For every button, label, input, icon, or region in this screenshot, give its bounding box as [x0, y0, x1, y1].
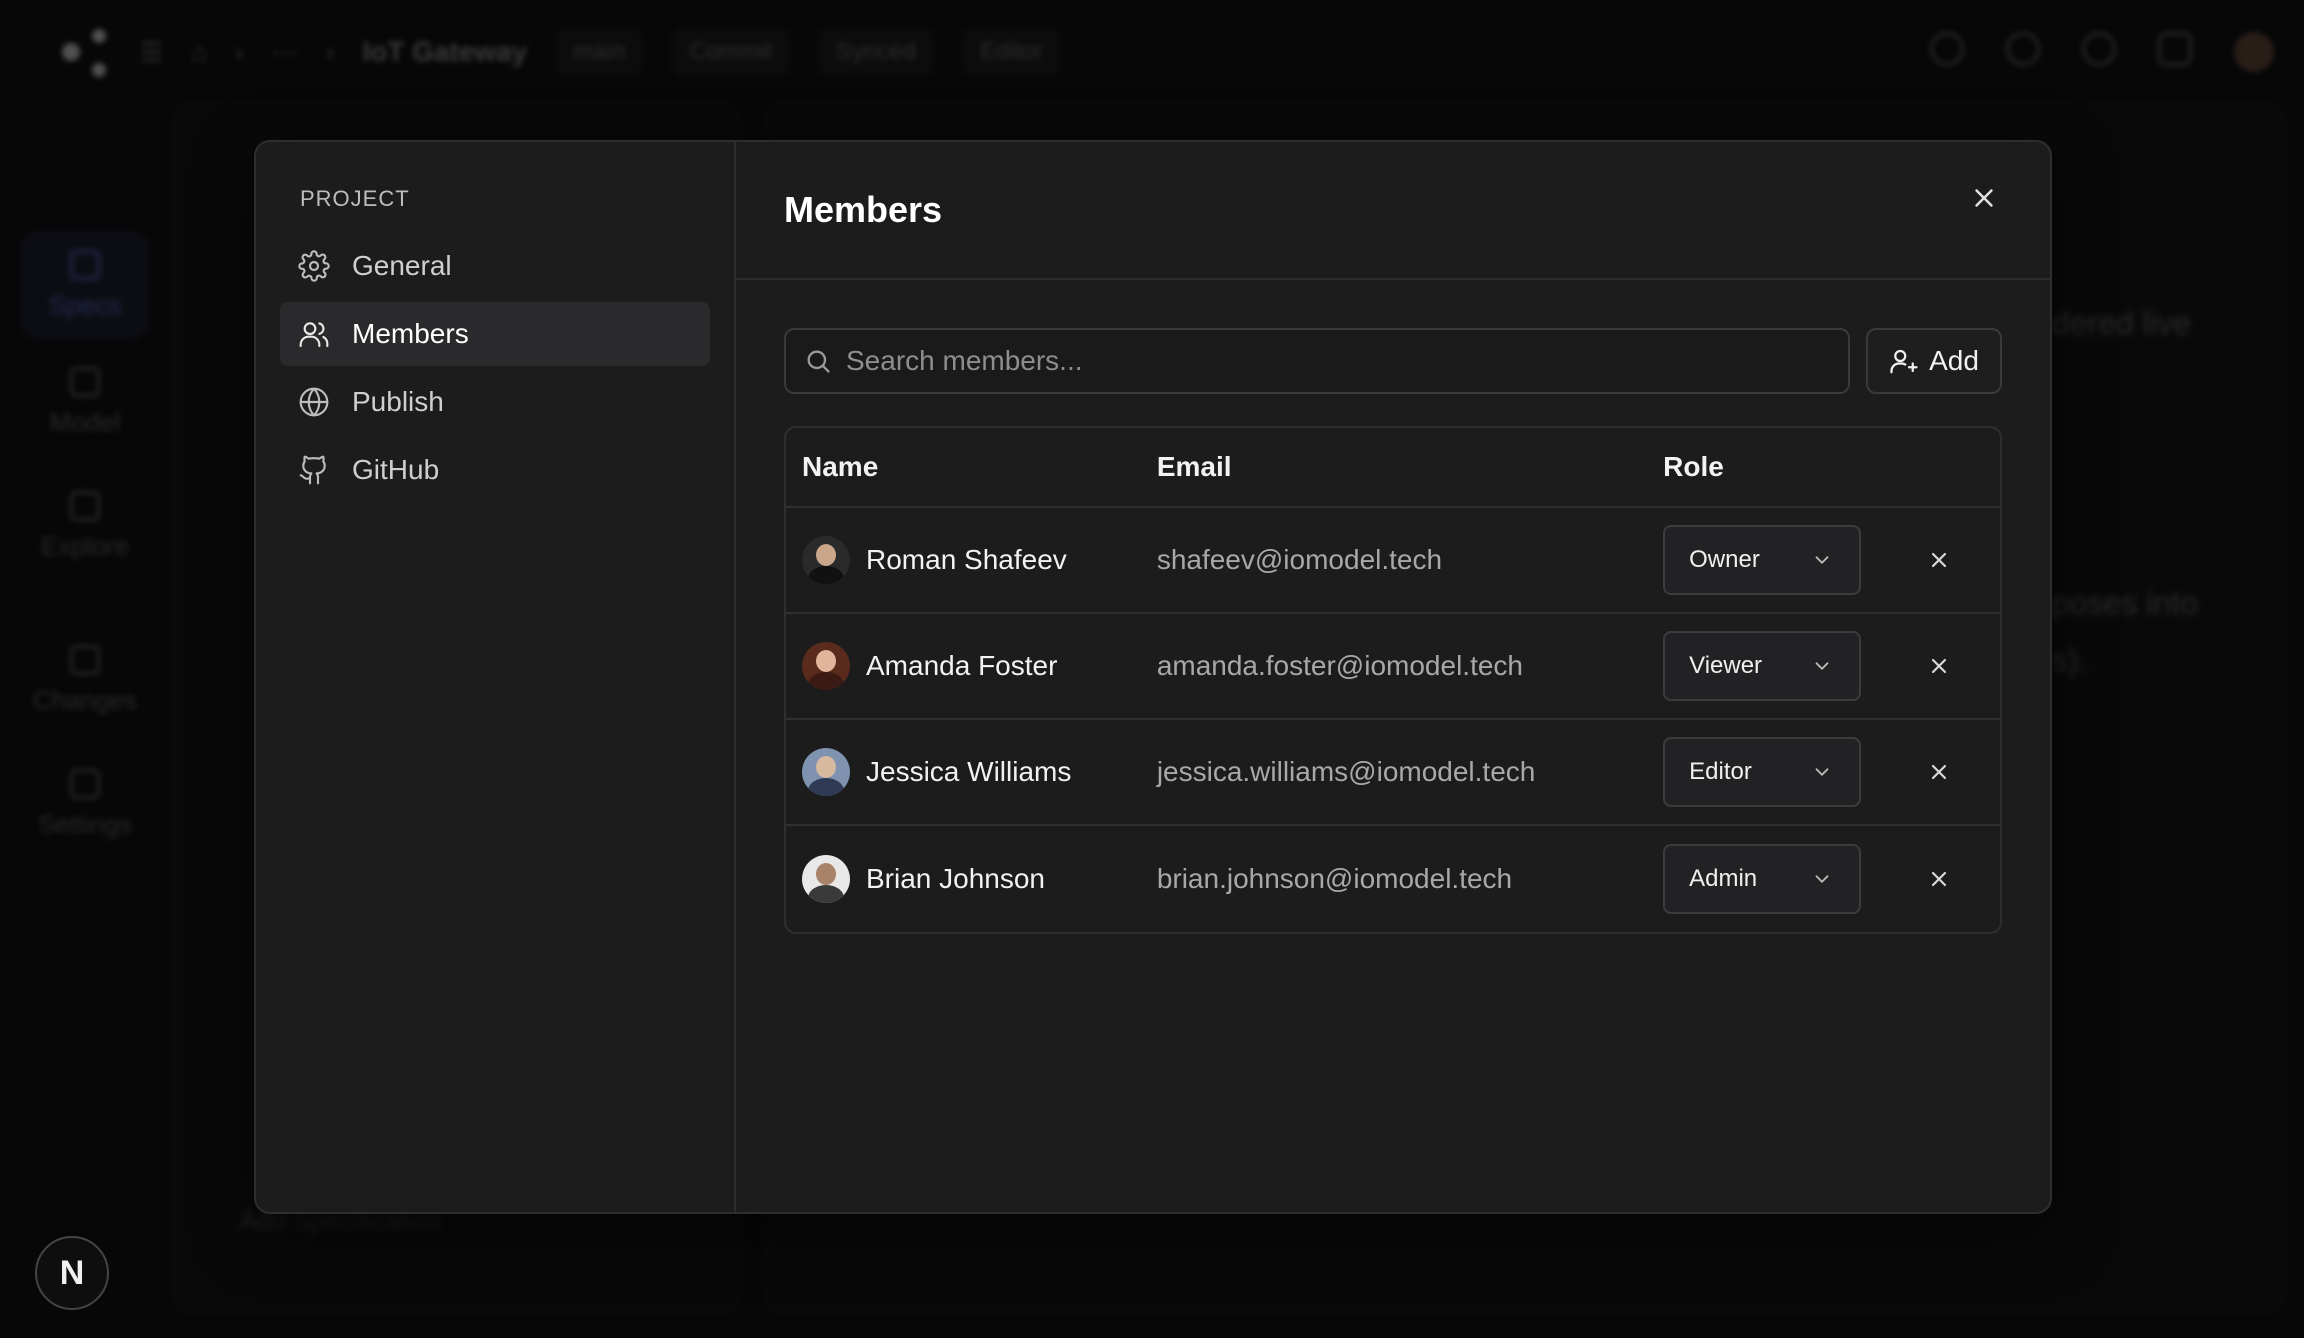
- member-role-cell: Owner: [1663, 525, 2000, 595]
- role-value: Viewer: [1689, 652, 1763, 679]
- avatar: [802, 748, 850, 796]
- chevron-down-icon: [1815, 556, 1829, 564]
- close-icon: [1932, 658, 1947, 674]
- chevron-down-icon: [1815, 662, 1829, 670]
- member-name: Roman Shafeev: [866, 544, 1067, 575]
- gear-icon: [298, 250, 330, 282]
- role-select[interactable]: Editor: [1663, 737, 1862, 807]
- members-toolbar: Add: [784, 328, 2002, 394]
- table-row: Jessica Williams jessica.williams@iomode…: [786, 720, 2000, 826]
- role-value: Admin: [1689, 865, 1758, 892]
- remove-member-button[interactable]: [1919, 540, 1959, 580]
- close-button[interactable]: [1962, 176, 2006, 220]
- role-select[interactable]: Admin: [1663, 844, 1862, 914]
- close-icon: [1932, 552, 1947, 568]
- table-row: Roman Shafeev shafeev@iomodel.tech Owner: [786, 508, 2000, 614]
- role-select[interactable]: Viewer: [1663, 631, 1862, 701]
- search-icon: [807, 350, 830, 373]
- header-role: Role: [1663, 451, 1724, 482]
- member-name-cell: Roman Shafeev: [786, 536, 1157, 584]
- member-name-cell: Jessica Williams: [786, 748, 1157, 796]
- sidebar-item-label: GitHub: [352, 454, 440, 485]
- sidebar-item-label: General: [352, 250, 452, 281]
- close-icon: [1932, 871, 1947, 887]
- member-email: jessica.williams@iomodel.tech: [1156, 756, 1536, 787]
- users-icon: [299, 322, 329, 348]
- role-select[interactable]: Owner: [1663, 525, 1862, 595]
- modal-header: Members: [736, 142, 2050, 280]
- sidebar-item-publish[interactable]: Publish: [280, 370, 710, 434]
- chevron-down-icon: [1815, 768, 1829, 776]
- members-panel: Members Add: [736, 142, 2050, 1212]
- member-email: brian.johnson@iomodel.tech: [1156, 863, 1513, 894]
- nextjs-badge[interactable]: N: [35, 1236, 109, 1310]
- header-name: Name: [802, 451, 879, 482]
- member-role-cell: Viewer: [1663, 631, 2000, 701]
- member-name-cell: Brian Johnson: [786, 855, 1157, 903]
- member-role-cell: Admin: [1663, 844, 2000, 914]
- close-icon: [1975, 189, 1993, 207]
- member-role-cell: Editor: [1663, 737, 2000, 807]
- role-value: Editor: [1689, 758, 1752, 785]
- globe-icon: [299, 387, 329, 417]
- settings-sidebar: PROJECT General Members Publish GitHub: [256, 142, 736, 1212]
- remove-member-button[interactable]: [1919, 646, 1959, 686]
- github-icon: [299, 455, 326, 485]
- member-name-cell: Amanda Foster: [786, 642, 1157, 690]
- table-row: Amanda Foster amanda.foster@iomodel.tech…: [786, 614, 2000, 720]
- member-name: Brian Johnson: [866, 863, 1046, 894]
- search-input[interactable]: [846, 345, 1848, 377]
- chevron-down-icon: [1815, 875, 1829, 883]
- remove-member-button[interactable]: [1919, 752, 1959, 792]
- member-email: shafeev@iomodel.tech: [1156, 544, 1443, 575]
- sidebar-item-general[interactable]: General: [280, 234, 710, 298]
- close-icon: [1932, 764, 1947, 780]
- member-email: amanda.foster@iomodel.tech: [1156, 650, 1523, 681]
- sidebar-heading: PROJECT: [300, 186, 410, 211]
- add-button-label: Add: [1929, 345, 1979, 376]
- sidebar-item-label: Members: [352, 318, 469, 349]
- remove-member-button[interactable]: [1919, 859, 1959, 899]
- modal-title: Members: [784, 189, 943, 230]
- avatar: [802, 642, 850, 690]
- role-value: Owner: [1689, 546, 1760, 573]
- sidebar-item-label: Publish: [352, 386, 444, 417]
- table-row: Brian Johnson brian.johnson@iomodel.tech…: [786, 826, 2000, 932]
- project-settings-modal: PROJECT General Members Publish GitHub M…: [254, 140, 2052, 1214]
- header-email: Email: [1156, 451, 1232, 482]
- avatar: [802, 855, 850, 903]
- members-table: Name Email Role Roman Shafeev shafeev@io…: [784, 426, 2002, 934]
- sidebar-item-members[interactable]: Members: [280, 302, 710, 366]
- member-name: Jessica Williams: [866, 756, 1072, 787]
- user-plus-icon: [1890, 349, 1918, 374]
- avatar: [802, 536, 850, 584]
- search-box[interactable]: [784, 328, 1850, 394]
- member-name: Amanda Foster: [866, 650, 1058, 681]
- sidebar-item-github[interactable]: GitHub: [280, 438, 710, 502]
- add-member-button[interactable]: Add: [1866, 328, 2002, 394]
- table-header: Name Email Role: [786, 428, 2000, 508]
